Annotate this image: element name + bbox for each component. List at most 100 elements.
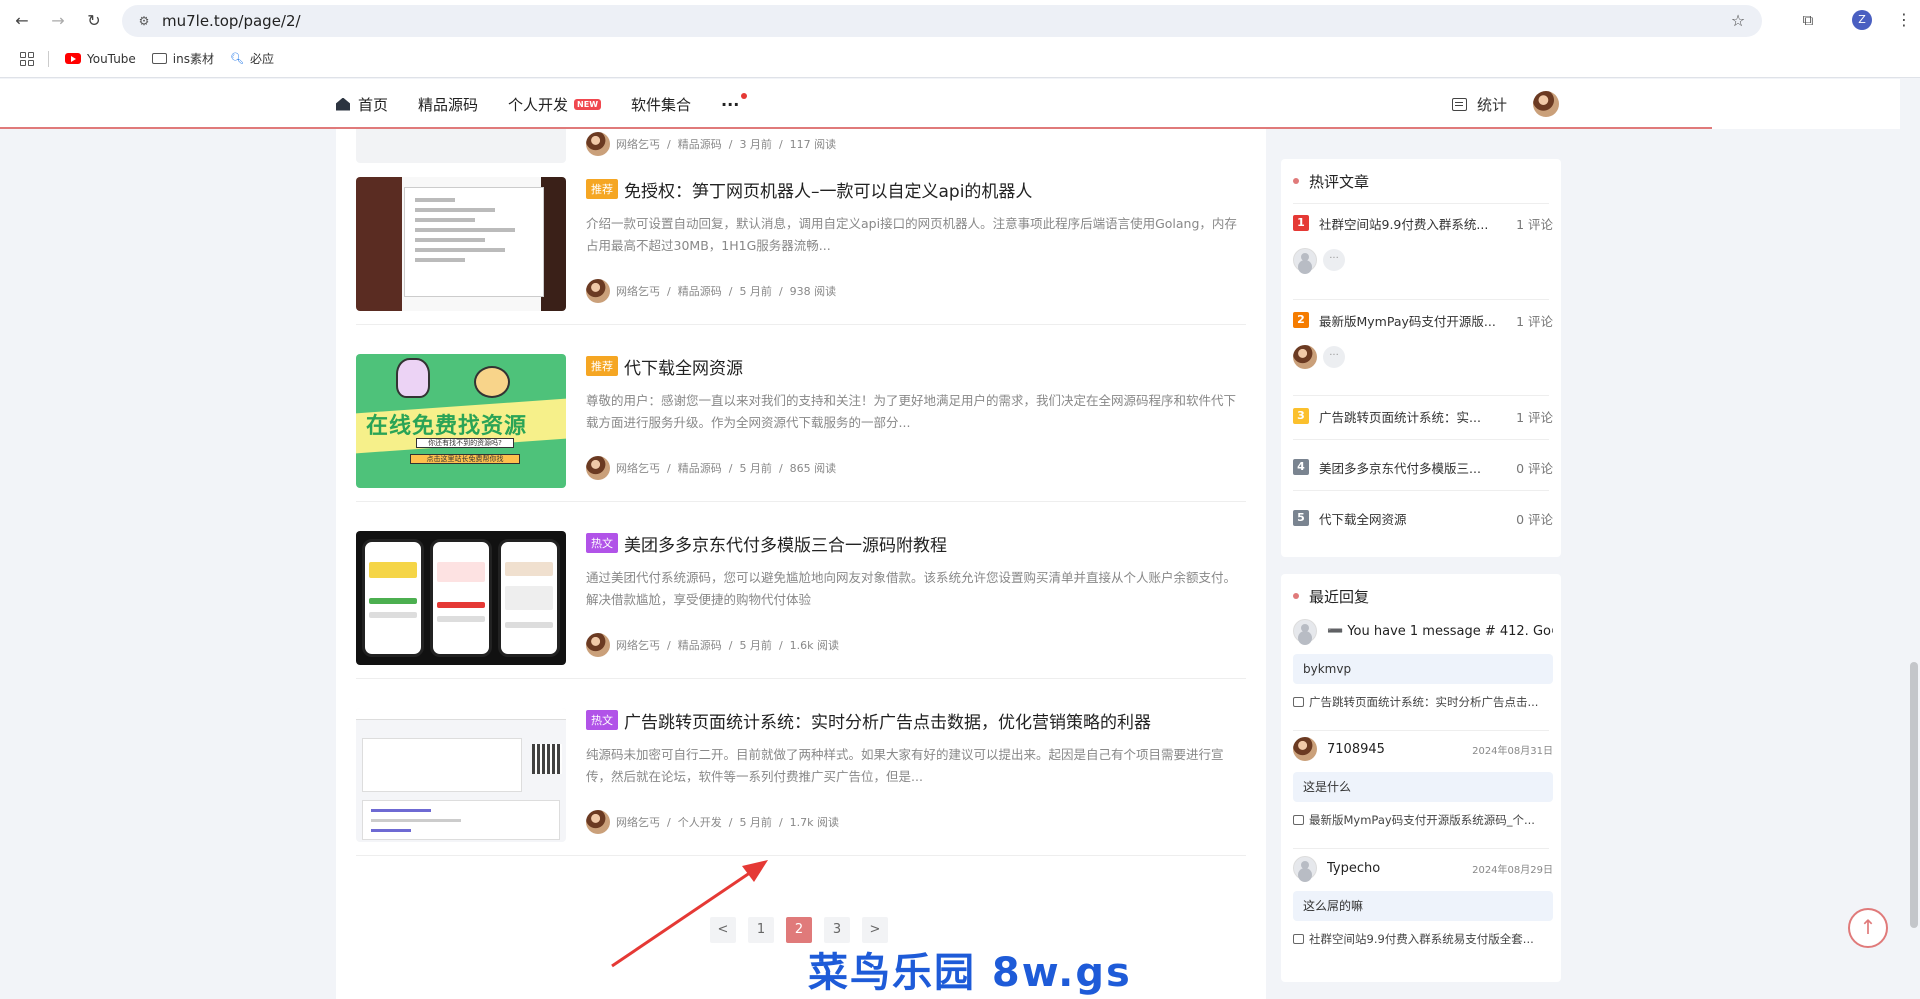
post-thumbnail[interactable] [356,708,566,842]
hot-title[interactable]: 广告跳转页面统计系统：实... [1319,407,1506,426]
post-thumbnail[interactable]: 在线免费找资源 你还有找不到的资源吗? 点击这里站长免费帮你找 [356,354,566,488]
post-category[interactable]: 精品源码 [678,136,722,152]
post-tag: 推荐 [586,356,618,376]
widget-title: 最近回复 [1281,574,1561,618]
nav-label: 软件集合 [631,95,692,114]
scrollbar-thumb[interactable] [1910,662,1918,928]
post-item: 热文 广告跳转页面统计系统：实时分析广告点击数据，优化营销策略的利器 纯源码未加… [356,694,1246,856]
hot-item[interactable]: 2 最新版MymPay码支付开源版... 1 评论 ··· [1293,310,1553,370]
author-avatar[interactable] [586,633,610,657]
page-prev[interactable]: < [710,917,736,943]
hot-item[interactable]: 1 社群空间站9.9付费入群系统... 1 评论 ··· [1293,213,1553,273]
bookmark-ins-folder[interactable]: ins素材 [151,50,214,67]
post-category[interactable]: 个人开发 [678,814,722,830]
author-avatar[interactable] [586,279,610,303]
nav-premium-source[interactable]: 精品源码 [418,94,478,115]
post-thumbnail-partial[interactable] [356,129,566,163]
bookmark-bing[interactable]: 🔍︎ 必应 [230,50,274,67]
reply-post-title[interactable]: 最新版MymPay码支付开源版系统源码_个... [1309,812,1535,828]
nav-personal-dev[interactable]: 个人开发 NEW [508,94,602,115]
post-author[interactable]: 网络乞丐 [616,637,660,653]
reply-date: 2024年08月29日 [1472,864,1553,876]
bookmark-youtube[interactable]: YouTube [65,52,136,66]
reply-post-title[interactable]: 社群空间站9.9付费入群系统易支付版全套... [1309,931,1534,947]
post-author[interactable]: 网络乞丐 [616,283,660,299]
reply-text: bykmvp [1293,654,1553,684]
post-thumbnail[interactable] [356,177,566,311]
address-bar[interactable]: ⚙ mu7le.top/page/2/ ☆ [122,5,1762,37]
author-avatar[interactable] [586,810,610,834]
bookmarks-divider [48,50,49,67]
back-icon[interactable]: ← [8,6,36,34]
hot-title[interactable]: 代下载全网资源 [1319,509,1506,528]
scroll-to-top-button[interactable]: ↑ [1848,908,1888,948]
author-avatar[interactable] [586,456,610,480]
rank-badge: 5 [1293,510,1309,526]
divider [1293,439,1549,440]
reply-text: 这么屌的嘛 [1293,891,1553,921]
browser-menu-icon[interactable]: ⋮ [1896,8,1912,32]
divider [1293,730,1549,731]
hot-title[interactable]: 美团多多京东代付多模版三... [1319,458,1506,477]
post-title[interactable]: 推荐 免授权：笋丁网页机器人–一款可以自定义api的机器人 [586,177,1246,202]
post-author[interactable]: 网络乞丐 [616,814,660,830]
post-title[interactable]: 热文 美团多多京东代付多模版三合一源码附教程 [586,531,1246,556]
reply-post-link[interactable]: 社群空间站9.9付费入群系统易支付版全套... [1293,931,1553,947]
divider [1293,848,1549,849]
post-excerpt: 尊敬的用户：感谢您一直以来对我们的支持和关注！为了更好地满足用户的需求，我们决定… [586,393,1237,430]
reply-post-link[interactable]: 最新版MymPay码支付开源版系统源码_个... [1293,812,1553,828]
site-info-icon[interactable]: ⚙ [130,7,158,35]
post-author[interactable]: 网络乞丐 [616,136,660,152]
nav-software[interactable]: 软件集合 [631,94,691,115]
commenter-avatars: ··· [1293,344,1553,370]
reply-post-link[interactable]: 广告跳转页面统计系统：实时分析广告点击... [1293,694,1553,710]
reply-author[interactable]: Typecho [1327,861,1472,876]
post-reads: 938 阅读 [789,285,837,298]
hot-title[interactable]: 社群空间站9.9付费入群系统... [1319,214,1506,233]
hot-item[interactable]: 5 代下载全网资源 0 评论 [1293,508,1553,528]
thumbnail-subline: 点击这里站长免费帮你找 [410,454,520,464]
post-category[interactable]: 精品源码 [678,637,722,653]
forward-icon[interactable]: → [44,6,72,34]
thumbnail-subline: 你还有找不到的资源吗? [416,438,514,448]
post-title-text[interactable]: 代下载全网资源 [624,354,743,379]
nav-home[interactable]: 首页 [336,94,388,115]
hot-title[interactable]: 最新版MymPay码支付开源版... [1319,311,1506,330]
reload-icon[interactable]: ↻ [80,6,108,34]
reply-author[interactable]: ➖ You have 1 message # 412. Go➖ [1327,624,1553,639]
folder-icon [151,53,167,64]
nav-more-menu[interactable]: ··· [721,92,748,114]
post-title[interactable]: 推荐 代下载全网资源 [586,354,1246,379]
post-title-text[interactable]: 美团多多京东代付多模版三合一源码附教程 [624,531,947,556]
post-category[interactable]: 精品源码 [678,283,722,299]
apps-grid-icon[interactable] [20,51,34,66]
widget-title-text: 最近回复 [1309,587,1370,606]
post-reads: 117 阅读 [789,138,837,151]
nav-label: 首页 [358,95,389,114]
post-tag: 热文 [586,533,618,553]
url-text[interactable]: mu7le.top/page/2/ [162,12,301,30]
page-1[interactable]: 1 [748,917,774,943]
reply-item: 7108945 2024年08月31日 这是什么 最新版MymPay码支付开源版… [1293,736,1553,828]
reply-author[interactable]: 7108945 [1327,742,1472,757]
post-time: 3 月前 [739,138,772,151]
reply-post-title[interactable]: 广告跳转页面统计系统：实时分析广告点击... [1309,694,1538,710]
stats-link[interactable]: 统计 [1477,94,1507,115]
browser-toolbar: ← → ↻ ⚙ mu7le.top/page/2/ ☆ ⧉ Z ⋮ [0,0,1920,40]
bookmark-label: ins素材 [172,52,214,66]
profile-avatar[interactable]: Z [1852,10,1872,30]
post-thumbnail[interactable] [356,531,566,665]
post-title-text[interactable]: 广告跳转页面统计系统：实时分析广告点击数据，优化营销策略的利器 [624,708,1151,733]
new-badge: NEW [574,98,602,110]
extensions-icon[interactable]: ⧉ [1796,8,1820,32]
post-category[interactable]: 精品源码 [678,460,722,476]
hot-item[interactable]: 3 广告跳转页面统计系统：实... 1 评论 [1293,406,1553,426]
hot-item[interactable]: 4 美团多多京东代付多模版三... 0 评论 [1293,457,1553,477]
post-title-text[interactable]: 免授权：笋丁网页机器人–一款可以自定义api的机器人 [624,177,1032,202]
user-avatar[interactable] [1533,91,1560,117]
post-author[interactable]: 网络乞丐 [616,460,660,476]
post-title[interactable]: 热文 广告跳转页面统计系统：实时分析广告点击数据，优化营销策略的利器 [586,708,1246,733]
author-avatar[interactable] [586,132,610,156]
thumbnail-topbar [356,708,566,720]
bookmark-star-icon[interactable]: ☆ [1726,9,1750,33]
